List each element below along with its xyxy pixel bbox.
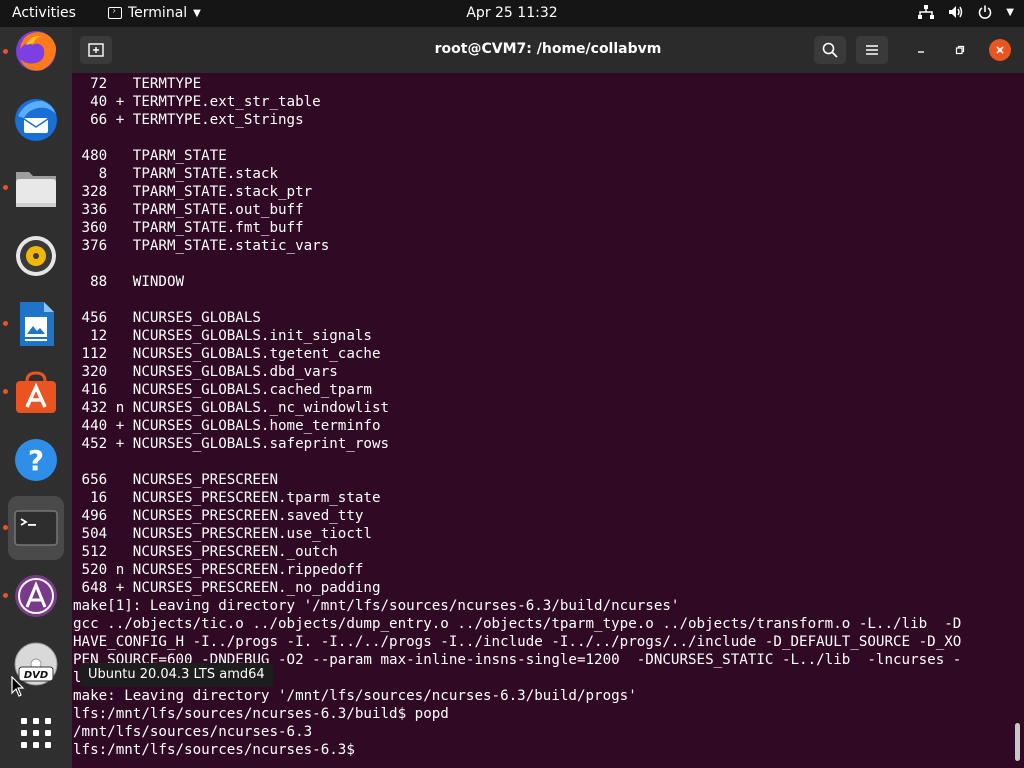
terminal-line: 336 TPARM_STATE.out_buff [73,202,304,218]
dock-tooltip: Ubuntu 20.04.3 LTS amd64 [80,663,273,687]
app-installer-icon [15,575,57,617]
terminal-window: root@CVM7: /home/collabvm 72 TERMTYPE 40… [72,27,1024,768]
terminal-line: 656 NCURSES_PRESCREEN [73,472,278,488]
terminal-line: lfs:/mnt/lfs/sources/ncurses-6.3/build$ … [73,706,449,722]
svg-text:?: ? [28,444,44,477]
svg-text:DVD: DVD [24,670,48,681]
terminal-line: 648 + NCURSES_PRESCREEN._no_padding [73,580,381,596]
terminal-line: 40 + TERMTYPE.ext_str_table [73,94,321,110]
terminal-line: gcc ../objects/tic.o ../objects/dump_ent… [73,616,962,632]
terminal-icon [14,510,58,546]
volume-icon [949,6,963,18]
thunderbird-icon [15,99,57,141]
minimize-button[interactable] [910,39,932,61]
terminal-line: 456 NCURSES_GLOBALS [73,310,261,326]
terminal-line: 72 TERMTYPE [73,76,202,92]
terminal-line: 512 NCURSES_PRESCREEN._outch [73,544,338,560]
terminal-line: 8 TPARM_STATE.stack [73,166,278,182]
libreoffice-writer-icon [20,302,54,346]
terminal-launcher[interactable] [8,496,64,560]
terminal-line: HAVE_CONFIG_H -I../progs -I. -I../../pro… [73,634,962,650]
terminal-line: 416 NCURSES_GLOBALS.cached_tparm [73,382,372,398]
mouse-cursor-icon [11,676,25,697]
terminal-line: 480 TPARM_STATE [73,148,227,164]
restore-icon [955,45,965,55]
close-icon [996,46,1004,54]
ubuntu-software-launcher[interactable] [8,364,64,420]
firefox-icon [16,31,56,71]
files-icon [16,172,56,207]
thunderbird-launcher[interactable] [8,92,64,148]
chevron-down-icon: ▼ [1006,6,1014,18]
terminal-line: make[1]: Leaving directory '/mnt/lfs/sou… [73,598,680,614]
terminal-line: 16 NCURSES_PRESCREEN.tparm_state [73,490,381,506]
terminal-line: 12 NCURSES_GLOBALS.init_signals [73,328,372,344]
terminal-line: 328 TPARM_STATE.stack_ptr [73,184,313,200]
window-headerbar[interactable]: root@CVM7: /home/collabvm [72,27,1024,73]
ubuntu-software-icon [16,371,56,413]
terminal-line: /mnt/lfs/sources/ncurses-6.3 [73,724,313,740]
close-button[interactable] [989,39,1011,61]
activities-button[interactable]: Activities [12,5,76,21]
terminal-app-icon [108,7,122,19]
maximize-button[interactable] [949,39,971,61]
rhythmbox-launcher[interactable] [8,228,64,284]
firefox-launcher[interactable] [8,23,64,79]
terminal-line: 376 TPARM_STATE.static_vars [73,238,330,254]
terminal-line: 452 + NCURSES_GLOBALS.safeprint_rows [73,436,390,452]
terminal-line: 88 WINDOW [73,274,185,290]
power-icon [979,5,992,19]
minimize-icon [918,51,924,53]
network-icon [918,5,935,19]
terminal-line: 504 NCURSES_PRESCREEN.use_tioctl [73,526,372,542]
terminal-line: 320 NCURSES_GLOBALS.dbd_vars [73,364,338,380]
terminal-output[interactable]: 72 TERMTYPE 40 + TERMTYPE.ext_str_table … [73,75,1013,765]
help-launcher[interactable]: ? [8,432,64,488]
app-menu[interactable]: Terminal ▼ [108,5,201,21]
app-installer-launcher[interactable] [8,568,64,624]
chevron-down-icon: ▼ [193,7,201,19]
libreoffice-writer-launcher[interactable] [8,296,64,352]
rhythmbox-icon [16,236,56,276]
terminal-line: make: Leaving directory '/mnt/lfs/source… [73,688,637,704]
terminal-line: 66 + TERMTYPE.ext_Strings [73,112,304,128]
app-grid-icon [21,718,51,748]
app-menu-label: Terminal [128,5,188,21]
scrollbar[interactable] [1015,723,1020,761]
search-icon [822,42,838,58]
dock: ? DVD [0,27,72,768]
show-applications-button[interactable] [8,705,64,761]
search-button[interactable] [814,36,846,64]
menu-button[interactable] [856,36,888,64]
terminal-line: lfs:/mnt/lfs/sources/ncurses-6.3$ [73,742,364,758]
terminal-line: 112 NCURSES_GLOBALS.tgetent_cache [73,346,381,362]
hamburger-icon [866,45,878,55]
terminal-line: 360 TPARM_STATE.fmt_buff [73,220,304,236]
files-launcher[interactable] [8,160,64,216]
terminal-line: 432 n NCURSES_GLOBALS._nc_windowlist [73,400,390,416]
top-bar: Activities Terminal ▼ Apr 25 11:32 ▼ [0,0,1024,27]
terminal-line: 440 + NCURSES_GLOBALS.home_terminfo [73,418,381,434]
help-icon: ? [15,439,57,481]
terminal-line: 496 NCURSES_PRESCREEN.saved_tty [73,508,364,524]
terminal-line: 520 n NCURSES_PRESCREEN.rippedoff [73,562,364,578]
system-tray[interactable]: ▼ [918,5,1014,19]
